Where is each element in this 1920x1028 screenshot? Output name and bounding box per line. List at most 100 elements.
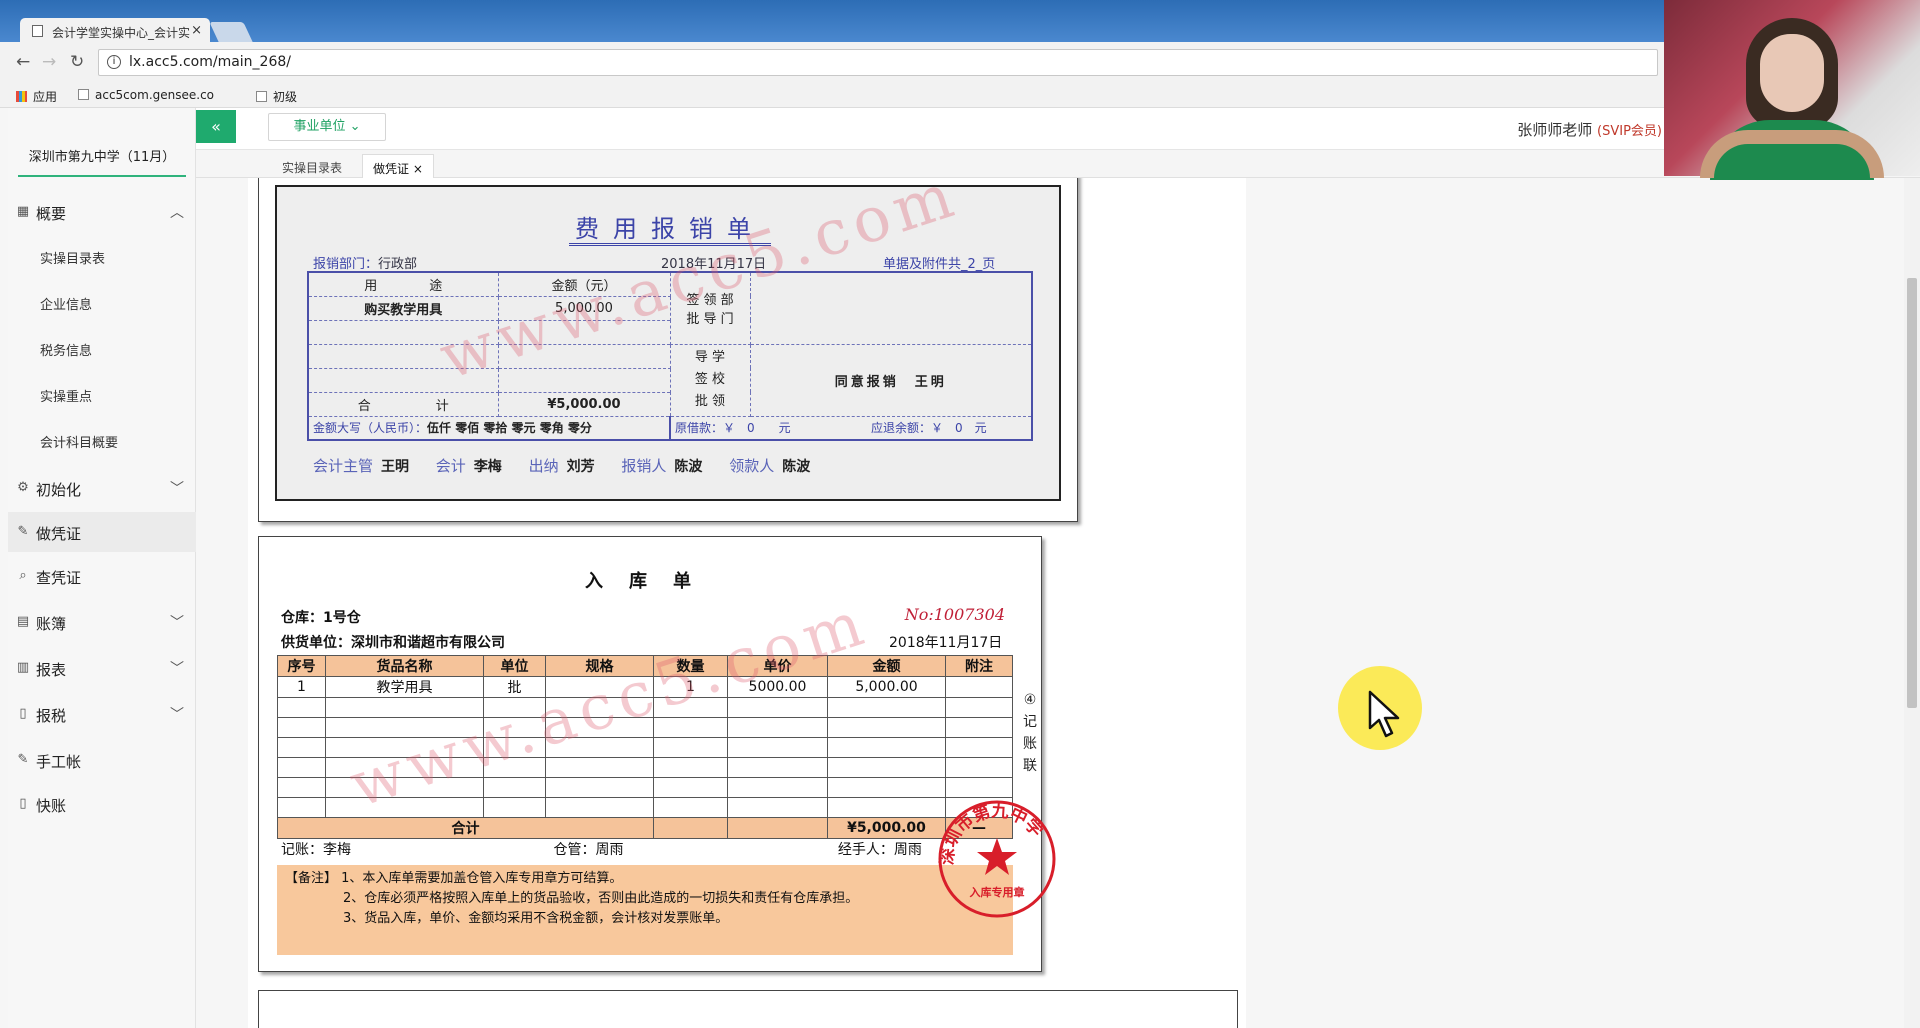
amount-in-words: 金额大写（人民币）：伍仟 零佰 零拾 零元 零角 零分 bbox=[307, 415, 671, 441]
cell: 批 bbox=[483, 676, 546, 698]
handler: 经手人：周雨 bbox=[837, 842, 922, 858]
chevron-down-icon: ﹀ bbox=[170, 707, 184, 723]
bookmark-gensee[interactable]: acc5com.gensee.co bbox=[78, 88, 214, 102]
page-icon bbox=[256, 91, 267, 102]
apps-grid-icon bbox=[16, 91, 27, 102]
warehouse-stamp: 深圳市第九中学 入库专用章 bbox=[936, 800, 1056, 918]
sidebar-subitem-accounts[interactable]: 会计科目概要 bbox=[8, 432, 196, 451]
mouse-pointer-icon bbox=[1368, 690, 1400, 738]
cell bbox=[727, 717, 828, 738]
cell bbox=[727, 797, 828, 818]
info-icon[interactable]: i bbox=[107, 55, 121, 69]
browser-tab[interactable]: 会计学堂实操中心_会计实 × bbox=[20, 18, 210, 42]
user-info[interactable]: 张师师老师 (SVIP会员) bbox=[1517, 119, 1662, 140]
cell bbox=[653, 757, 728, 778]
amount-in-words-value: 伍仟 零佰 零拾 零元 零角 零分 bbox=[427, 421, 592, 436]
main-content: 费用报销单 报销部门：行政部 2018年11月17日 单据及附件共_2_页 用 … bbox=[196, 178, 1920, 1028]
cell bbox=[277, 757, 326, 778]
bookkeeper: 记账：李梅 bbox=[281, 842, 351, 858]
cell bbox=[277, 777, 326, 798]
browser-toolbar: ← → ↻ i lx.acc5.com/main_268/ bbox=[0, 42, 1920, 84]
cell bbox=[483, 697, 546, 718]
loan-and-refund: 原借款：￥ 0 元 应退余额：￥ 0 元 bbox=[669, 415, 1033, 441]
sidebar-subitem-key-points[interactable]: 实操重点 bbox=[8, 386, 196, 405]
stamp-label: 入库专用章 bbox=[970, 885, 1025, 899]
loan-amount: 原借款：￥ 0 元 bbox=[675, 421, 791, 436]
next-document bbox=[258, 990, 1238, 1028]
sidebar-item-overview[interactable]: ▦ 概要 ︿ bbox=[8, 192, 196, 232]
document-icon: ▯ bbox=[19, 706, 27, 721]
browser-tab-title: 会计学堂实操中心_会计实 bbox=[52, 26, 191, 40]
unit-type-value: 事业单位 bbox=[293, 119, 346, 134]
cell bbox=[545, 676, 654, 698]
cell bbox=[277, 737, 326, 758]
col-header: 货品名称 bbox=[325, 655, 484, 677]
cell bbox=[727, 777, 828, 798]
sidebar-item-label: 报税 bbox=[36, 707, 67, 725]
sidebar-subitem-catalog[interactable]: 实操目录表 bbox=[8, 248, 196, 267]
sidebar-collapse-button[interactable]: « bbox=[196, 110, 236, 143]
new-tab-button[interactable] bbox=[209, 22, 253, 42]
cell bbox=[945, 777, 1013, 798]
cell bbox=[727, 697, 828, 718]
sidebar-item-label: 快账 bbox=[36, 797, 67, 815]
forward-arrow-icon[interactable]: → bbox=[42, 52, 56, 72]
dept-approval-box bbox=[749, 271, 1033, 345]
sign-name: 王明 bbox=[381, 459, 410, 475]
star-icon bbox=[977, 838, 1017, 875]
cell bbox=[325, 737, 484, 758]
cell bbox=[483, 797, 546, 818]
tab-label: 实操目录表 bbox=[282, 161, 343, 175]
cell: 教学用具 bbox=[325, 676, 484, 698]
note-line: 2、仓库必须严格按照入库单上的货品验收，否则由此造成的一切损失和责任有仓库承担。 bbox=[343, 891, 859, 906]
sidebar-item-reports[interactable]: ▥ 报表 ﹀ bbox=[8, 648, 196, 688]
sidebar-item-ledger[interactable]: ▤ 账簿 ﹀ bbox=[8, 602, 196, 642]
address-bar[interactable]: i lx.acc5.com/main_268/ bbox=[98, 49, 1658, 76]
back-arrow-icon[interactable]: ← bbox=[16, 52, 30, 72]
bookmark-apps-label: 应用 bbox=[33, 90, 58, 104]
chevron-down-icon: ⌄ bbox=[349, 119, 361, 134]
page-scrollbar[interactable] bbox=[1904, 178, 1920, 1028]
sidebar-item-view-voucher[interactable]: ⌕ 查凭证 bbox=[8, 556, 196, 596]
cell: 1 bbox=[277, 676, 326, 698]
cell bbox=[827, 697, 946, 718]
cell bbox=[653, 817, 728, 839]
expense-item: 购买教学用具 bbox=[307, 295, 499, 321]
copy-label: ④ 记 账 联 bbox=[1021, 689, 1039, 777]
presenter-face bbox=[1760, 34, 1824, 112]
cell bbox=[727, 757, 828, 778]
amount-in-words-label: 金额大写（人民币）： bbox=[313, 421, 428, 436]
receipt-notes: 【备注】 1、本入库单需要加盖仓管入库专用章方可结算。 2、仓库必须严格按照入库… bbox=[277, 865, 1013, 955]
col-header: 规格 bbox=[545, 655, 654, 677]
expense-table: 用 途 金额（元） 签 领 部批 导 门 购买教学用具 5,000.00 导 学… bbox=[307, 271, 1033, 441]
chevron-down-icon: ﹀ bbox=[170, 615, 184, 631]
tab-close-icon[interactable]: × bbox=[191, 23, 202, 38]
tab-catalog[interactable]: 实操目录表 bbox=[272, 154, 352, 178]
cell: 5,000.00 bbox=[827, 676, 946, 698]
cell bbox=[653, 697, 728, 718]
tab-make-voucher[interactable]: 做凭证 × bbox=[362, 154, 434, 178]
bookmark-apps[interactable]: 应用 bbox=[16, 88, 57, 105]
sidebar-subitem-tax-info[interactable]: 税务信息 bbox=[8, 340, 196, 359]
close-icon[interactable]: × bbox=[413, 162, 423, 176]
reload-icon[interactable]: ↻ bbox=[70, 52, 84, 72]
sidebar-item-init[interactable]: ⚙ 初始化 ﹀ bbox=[8, 468, 196, 508]
school-sign-line-2: 签 校 bbox=[694, 372, 726, 387]
sidebar-item-tax-filing[interactable]: ▯ 报税 ﹀ bbox=[8, 694, 196, 734]
bookmark-chuji[interactable]: 初级 bbox=[256, 88, 297, 105]
sidebar-item-quick[interactable]: ▯ 快账 bbox=[8, 784, 196, 824]
sign-role: 报销人 bbox=[621, 457, 667, 475]
expense-attachments: 单据及附件共_2_页 bbox=[883, 257, 996, 272]
dept-sign-line-2: 批 导 门 bbox=[686, 312, 734, 328]
sidebar-item-manual[interactable]: ✎ 手工帐 bbox=[8, 740, 196, 780]
cell bbox=[945, 697, 1013, 718]
address-bar-url: lx.acc5.com/main_268/ bbox=[129, 54, 291, 70]
cell bbox=[827, 757, 946, 778]
cell: 1 bbox=[653, 676, 728, 698]
scrollbar-thumb[interactable] bbox=[1907, 278, 1917, 708]
page-tabs: 实操目录表 做凭证 × bbox=[196, 150, 1920, 178]
cell bbox=[545, 717, 654, 738]
sidebar-item-make-voucher[interactable]: ✎ 做凭证 bbox=[8, 512, 196, 552]
sidebar-subitem-company-info[interactable]: 企业信息 bbox=[8, 294, 196, 313]
unit-type-select[interactable]: 事业单位 ⌄ bbox=[268, 113, 386, 141]
